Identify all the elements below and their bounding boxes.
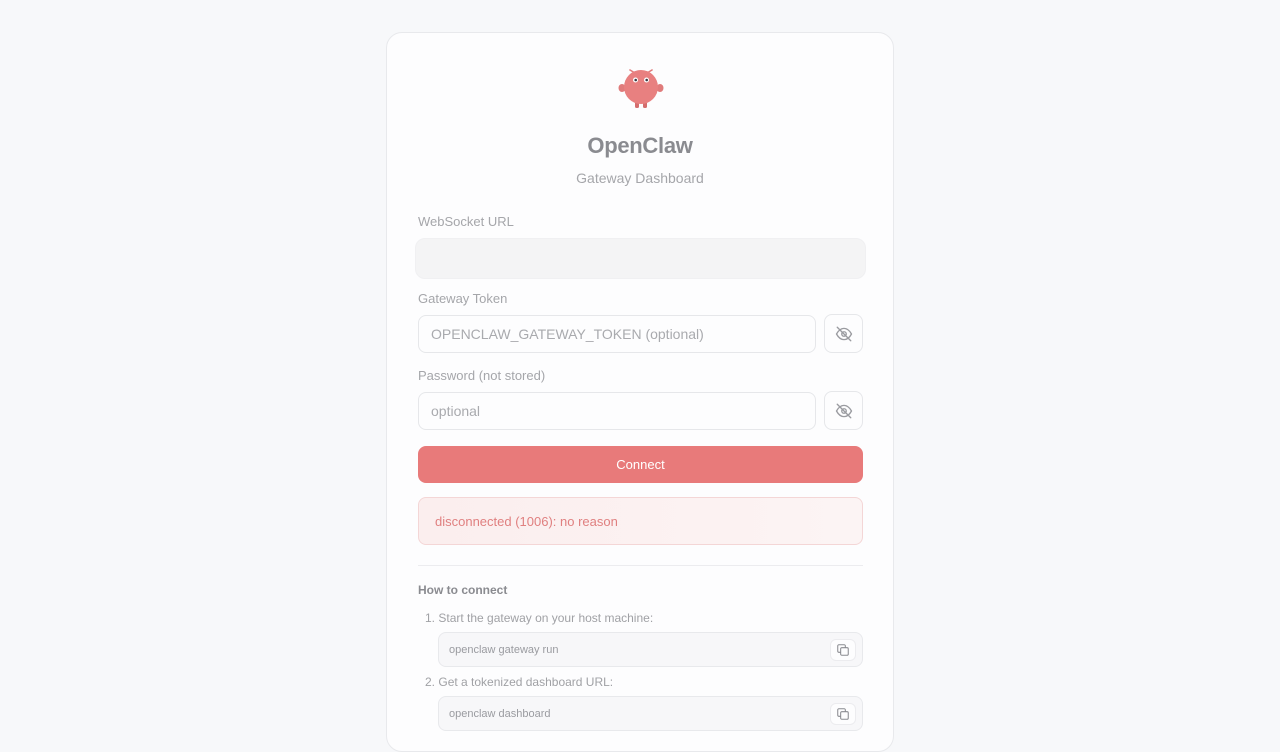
toggle-password-visibility-button[interactable] (824, 391, 863, 430)
gateway-token-label: Gateway Token (418, 291, 508, 306)
connection-error-alert: disconnected (1006): no reason (418, 497, 863, 545)
copy-icon (837, 708, 849, 720)
command-text: openclaw gateway run (449, 643, 559, 656)
toggle-token-visibility-button[interactable] (824, 314, 863, 353)
password-label: Password (not stored) (418, 368, 546, 383)
command-text: openclaw dashboard (449, 707, 551, 720)
section-divider (418, 565, 863, 566)
gateway-token-input[interactable] (418, 315, 816, 353)
step-item: 2. Get a tokenized dashboard URL: (425, 675, 613, 689)
command-block: openclaw dashboard (438, 696, 863, 731)
eye-off-icon (835, 403, 852, 418)
step-text: Start the gateway on your host machine: (438, 611, 654, 625)
websocket-url-input[interactable] (415, 238, 866, 279)
connect-button[interactable]: Connect (418, 446, 863, 483)
step-text: Get a tokenized dashboard URL: (438, 675, 614, 689)
copy-icon (837, 644, 849, 656)
eye-off-icon (835, 326, 852, 341)
step-item: 1. Start the gateway on your host machin… (425, 611, 653, 625)
step-number: 1. (425, 611, 436, 625)
login-card: OpenClaw Gateway Dashboard WebSocket URL… (386, 32, 894, 752)
copy-command-button[interactable] (830, 703, 856, 725)
crab-mascot-icon (618, 69, 664, 108)
password-input[interactable] (418, 392, 816, 430)
copy-command-button[interactable] (830, 639, 856, 661)
command-block: openclaw gateway run (438, 632, 863, 667)
websocket-url-label: WebSocket URL (418, 214, 514, 229)
app-title: OpenClaw (587, 133, 693, 158)
connection-error-text: disconnected (1006): no reason (435, 513, 618, 529)
step-number: 2. (425, 675, 436, 689)
app-subtitle: Gateway Dashboard (576, 170, 704, 186)
how-to-connect-heading: How to connect (418, 583, 508, 597)
